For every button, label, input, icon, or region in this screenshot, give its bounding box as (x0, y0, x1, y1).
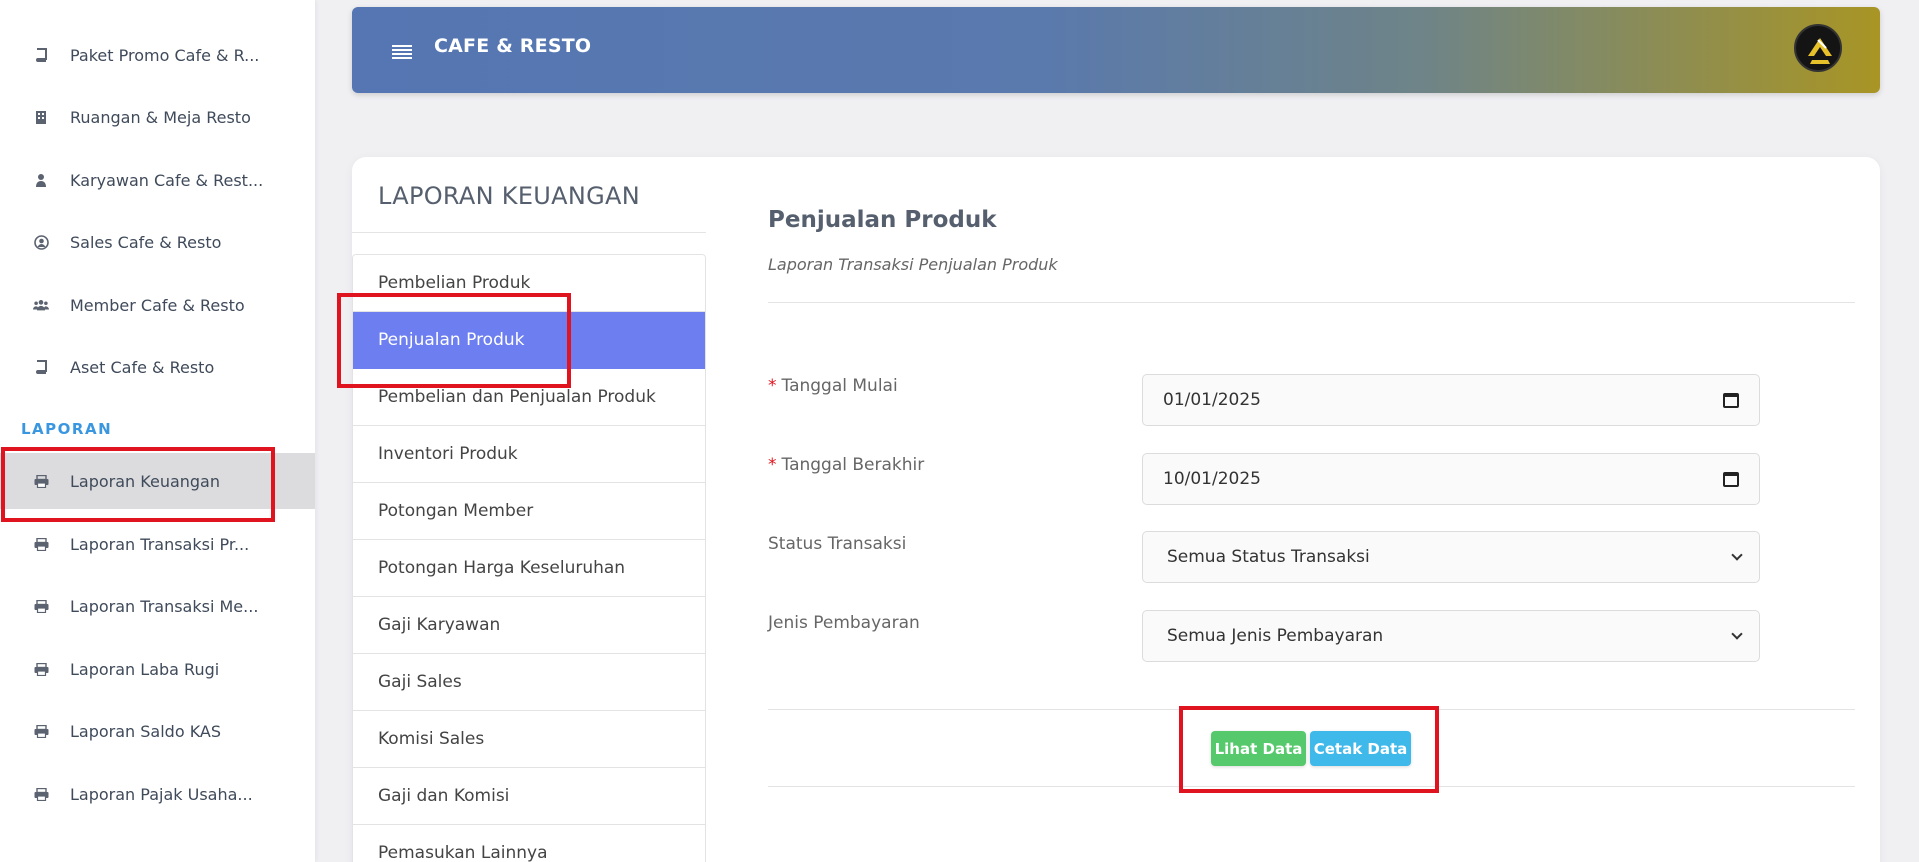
report-menu-title: LAPORAN KEUANGAN (378, 182, 641, 210)
sidebar-item-sales[interactable]: Sales Cafe & Resto (0, 214, 315, 270)
sidebar-item-label: Laporan Transaksi Me... (70, 596, 259, 616)
sidebar-item-label: Laporan Saldo KAS (70, 721, 222, 741)
report-menu-item-gaji-sales[interactable]: Gaji Sales (353, 654, 705, 711)
chevron-down-icon (1731, 628, 1743, 640)
required-mark: * (768, 376, 777, 396)
report-menu-item-gaji-komisi[interactable]: Gaji dan Komisi (353, 768, 705, 825)
status-label: Status Transaksi (768, 534, 907, 554)
hamburger-icon[interactable] (392, 45, 412, 59)
report-menu-item-komisi-sales[interactable]: Komisi Sales (353, 711, 705, 768)
section-title: Penjualan Produk (768, 207, 997, 233)
end-date-input[interactable]: 10/01/2025 (1142, 453, 1760, 505)
sidebar-item-laporan-transaksi-member[interactable]: Laporan Transaksi Me... (0, 578, 315, 634)
building-icon (33, 109, 49, 125)
report-menu-item-pembelian-penjualan[interactable]: Pembelian dan Penjualan Produk (353, 369, 705, 426)
calendar-icon[interactable] (1723, 392, 1739, 408)
sidebar-item-label: Laporan Keuangan (70, 471, 220, 491)
calendar-icon[interactable] (1723, 471, 1739, 487)
sidebar-item-label: Member Cafe & Resto (70, 295, 245, 315)
book-icon (33, 359, 49, 375)
sidebar-item-label: Karyawan Cafe & Rest... (70, 170, 264, 190)
sidebar-item-laporan-transaksi-produk[interactable]: Laporan Transaksi Pr... (0, 516, 315, 572)
sidebar-section-heading: LAPORAN (21, 420, 113, 438)
report-menu-item-potongan-harga[interactable]: Potongan Harga Keseluruhan (353, 540, 705, 597)
sidebar-item-label: Laporan Laba Rugi (70, 659, 220, 679)
report-menu-item-potongan-member[interactable]: Potongan Member (353, 483, 705, 540)
print-icon (33, 723, 49, 739)
sidebar-item-paket-promo[interactable]: Paket Promo Cafe & R... (0, 27, 315, 83)
print-icon (33, 661, 49, 677)
sidebar-item-label: Aset Cafe & Resto (70, 357, 215, 377)
print-icon (33, 598, 49, 614)
sidebar-item-laporan-pajak-usaha[interactable]: Laporan Pajak Usaha... (0, 766, 315, 822)
divider (768, 786, 1855, 787)
sidebar-item-laporan-keuangan[interactable]: Laporan Keuangan (0, 453, 315, 509)
users-icon (33, 297, 49, 313)
required-mark: * (768, 455, 777, 475)
logo-avatar[interactable] (1794, 24, 1842, 72)
sidebar-item-karyawan[interactable]: Karyawan Cafe & Rest... (0, 152, 315, 208)
start-date-label: * Tanggal Mulai (768, 376, 898, 396)
print-data-button[interactable]: Cetak Data (1310, 731, 1411, 766)
report-menu-item-inventori-produk[interactable]: Inventori Produk (353, 426, 705, 483)
status-select[interactable]: Semua Status Transaksi (1142, 531, 1760, 583)
print-icon (33, 473, 49, 489)
print-icon (33, 786, 49, 802)
divider (352, 232, 706, 233)
sidebar-item-aset[interactable]: Aset Cafe & Resto (0, 339, 315, 395)
divider (768, 302, 1855, 303)
report-menu-item-gaji-karyawan[interactable]: Gaji Karyawan (353, 597, 705, 654)
divider (768, 709, 1855, 710)
view-data-button[interactable]: Lihat Data (1211, 731, 1306, 766)
sidebar: Paket Promo Cafe & R... Ruangan & Meja R… (0, 0, 315, 862)
user-circle-icon (33, 234, 49, 250)
sidebar-item-label: Sales Cafe & Resto (70, 232, 222, 252)
book-icon (33, 47, 49, 63)
app-title: CAFE & RESTO (434, 35, 592, 57)
sidebar-item-member[interactable]: Member Cafe & Resto (0, 277, 315, 333)
sidebar-item-laporan-laba-rugi[interactable]: Laporan Laba Rugi (0, 641, 315, 697)
sidebar-item-label: Paket Promo Cafe & R... (70, 45, 260, 65)
sidebar-item-ruangan-meja[interactable]: Ruangan & Meja Resto (0, 89, 315, 145)
print-icon (33, 536, 49, 552)
report-menu-list: Pembelian Produk Penjualan Produk Pembel… (352, 254, 706, 862)
sidebar-item-label: Laporan Transaksi Pr... (70, 534, 250, 554)
end-date-label: * Tanggal Berakhir (768, 455, 925, 475)
payment-label: Jenis Pembayaran (768, 613, 920, 633)
section-subtitle: Laporan Transaksi Penjualan Produk (768, 255, 1058, 274)
top-header-bar: CAFE & RESTO (352, 7, 1880, 93)
start-date-input[interactable]: 01/01/2025 (1142, 374, 1760, 426)
report-menu-item-pembelian-produk[interactable]: Pembelian Produk (353, 255, 705, 312)
user-tie-icon (33, 172, 49, 188)
payment-select[interactable]: Semua Jenis Pembayaran (1142, 610, 1760, 662)
report-menu-item-pemasukan-lainnya[interactable]: Pemasukan Lainnya (353, 825, 705, 862)
sidebar-item-label: Laporan Pajak Usaha... (70, 784, 253, 804)
sidebar-item-laporan-saldo-kas[interactable]: Laporan Saldo KAS (0, 703, 315, 759)
sidebar-item-label: Ruangan & Meja Resto (70, 107, 251, 127)
report-menu-item-penjualan-produk[interactable]: Penjualan Produk (353, 312, 705, 369)
chevron-down-icon (1731, 549, 1743, 561)
